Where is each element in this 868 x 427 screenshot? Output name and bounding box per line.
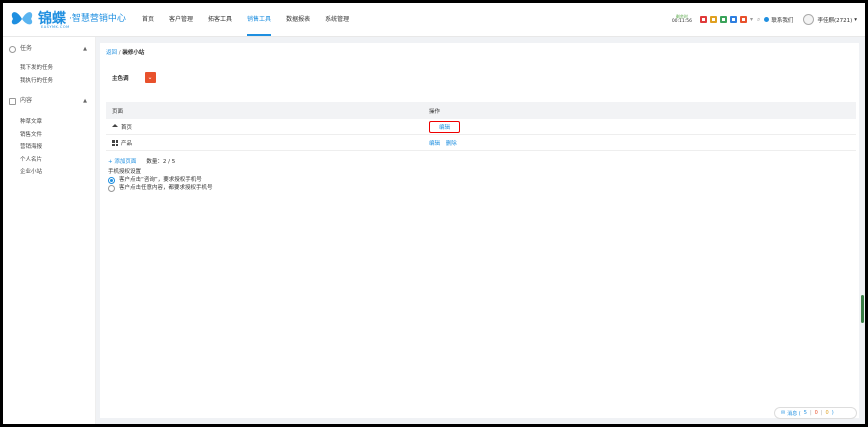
chevron-up-icon: ▲ (83, 46, 87, 52)
edit-button[interactable]: 编辑 (439, 125, 450, 131)
table-row: 首页 编辑 (106, 119, 856, 135)
top-header: 锦蝶 ·智慧营销中心 EASYMK.COM 首页 客户管理 拓客工具 销售工具 … (3, 3, 865, 37)
search-icon[interactable]: ⌕ (757, 16, 760, 24)
chevron-down-icon: ▾ (854, 16, 857, 23)
nav-sales-tools[interactable]: 销售工具 (247, 3, 272, 36)
messages-widget[interactable]: ✉ 消息 ( 5 | 0 | 0 ) (774, 407, 857, 419)
scrollbar-thumb[interactable] (861, 295, 864, 323)
theme-color-row: 主色调 ⌄ (112, 72, 156, 83)
sidebar-group-label: 内容 (20, 97, 33, 104)
home-icon (112, 123, 118, 127)
content-icon (9, 97, 16, 105)
contact-us[interactable]: 联系我们 (764, 16, 793, 24)
actions-cell: 编辑 删除 (423, 134, 856, 151)
logo-text: 锦蝶 (38, 11, 66, 27)
page-count: 数量：2 / 5 (146, 159, 176, 165)
page-name: 首页 (121, 124, 133, 131)
content-panel: 返回 / 装修小站 主色调 ⌄ 页面 操作 首页 编辑 产品 编辑 删除 + 添… (100, 43, 859, 418)
sidebar-item-sales-files[interactable]: 销售文件 (3, 129, 95, 142)
sidebar-item-microsite[interactable]: 企业小站 (3, 166, 95, 179)
nav-reports[interactable]: 数据报表 (286, 3, 310, 36)
user-name: 李佳麒(2721) (817, 17, 853, 24)
phone-auth-settings: 手机授权设置 客户点击“咨询”，要求授权手机号 客户点击任意内容，都要求授权手机… (108, 169, 213, 192)
clock-time: 00:11:56 (671, 19, 693, 24)
sidebar-item-posters[interactable]: 营销海报 (3, 141, 95, 154)
sidebar-item-my-tasks[interactable]: 我执行的任务 (3, 75, 95, 88)
main-nav: 首页 客户管理 拓客工具 销售工具 数据报表 系统管理 (142, 3, 364, 36)
theme-color-label: 主色调 (112, 75, 129, 82)
contact-label: 联系我们 (771, 17, 794, 24)
alert-icon[interactable] (700, 16, 708, 23)
logo-subtitle: ·智慧营销中心 (69, 14, 126, 24)
page-cell: 产品 (106, 134, 423, 151)
page-cell: 首页 (106, 119, 423, 135)
message-count-3: 0 (825, 410, 829, 416)
nav-home[interactable]: 首页 (142, 3, 154, 36)
auth-option-label: 客户点击任意内容，都要求授权手机号 (119, 185, 213, 191)
delete-button[interactable]: 删除 (446, 141, 457, 147)
sidebar-group-tasks[interactable]: 任务 ▲ (3, 39, 95, 59)
main-area: 返回 / 装修小站 主色调 ⌄ 页面 操作 首页 编辑 产品 编辑 删除 + 添… (96, 37, 865, 424)
grid-icon (112, 140, 118, 146)
sidebar-item-issued-tasks[interactable]: 我下发的任务 (3, 62, 95, 75)
auth-option-any[interactable]: 客户点击任意内容，都要求授权手机号 (108, 184, 213, 192)
table-header: 页面 操作 (106, 102, 856, 119)
edit-button[interactable]: 编辑 (429, 141, 440, 147)
sidebar: 任务 ▲ 我下发的任务 我执行的任务 内容 ▲ 种草文章 销售文件 营销海报 个… (3, 37, 96, 424)
sidebar-group-label: 任务 (20, 45, 33, 52)
message-count-1: 5 (803, 410, 807, 416)
actions-cell: 编辑 (423, 119, 856, 135)
chevron-down-icon[interactable]: ▾ (750, 16, 753, 23)
add-page-row: + 添加页面 数量：2 / 5 (108, 157, 175, 165)
theme-color-picker[interactable]: ⌄ (144, 72, 156, 83)
add-page-button[interactable]: + 添加页面 (108, 157, 136, 165)
header-actions: 剩余时 00:11:56 ▾ ⌕ 联系我们 李佳麒(2721) ▾ (672, 3, 857, 36)
settings-icon[interactable] (730, 16, 738, 23)
radio-selected[interactable] (108, 176, 115, 184)
column-header-page: 页面 (106, 102, 423, 119)
note-icon[interactable] (710, 16, 718, 23)
column-header-actions: 操作 (423, 102, 856, 119)
radio-unselected[interactable] (108, 184, 115, 192)
sidebar-group-content[interactable]: 内容 ▲ (3, 91, 95, 111)
breadcrumb: 返回 / 装修小站 (106, 48, 144, 56)
breadcrumb-current: 装修小站 (122, 50, 145, 56)
butterfly-logo-icon (11, 12, 33, 25)
chevron-up-icon: ▲ (83, 98, 87, 104)
logo-domain: EASYMK.COM (41, 25, 70, 29)
message-icon: ✉ (781, 410, 786, 416)
auth-option-label: 客户点击“咨询”，要求授权手机号 (119, 177, 202, 183)
messages-label: 消息 ( (787, 410, 801, 417)
message-count-2: 0 (814, 410, 818, 416)
table-row: 产品 编辑 删除 (106, 134, 856, 151)
page-name: 产品 (121, 140, 133, 147)
messages-close-paren: ) (831, 410, 834, 416)
divider: | (820, 410, 823, 416)
task-icon (9, 45, 16, 53)
logo[interactable]: 锦蝶 ·智慧营销中心 EASYMK.COM (9, 9, 126, 29)
divider: | (809, 410, 812, 416)
breadcrumb-separator: / (118, 50, 121, 56)
back-link[interactable]: 返回 (106, 50, 117, 56)
nav-prospecting[interactable]: 拓客工具 (208, 3, 232, 36)
avatar (803, 14, 815, 25)
sidebar-item-business-card[interactable]: 个人名片 (3, 154, 95, 167)
pages-table: 页面 操作 首页 编辑 产品 编辑 删除 (106, 102, 856, 151)
chevron-down-icon: ⌄ (147, 74, 153, 81)
mail-icon[interactable] (740, 16, 748, 23)
check-icon[interactable] (720, 16, 728, 23)
sidebar-item-articles[interactable]: 种草文章 (3, 116, 95, 129)
app-window: 锦蝶 ·智慧营销中心 EASYMK.COM 首页 客户管理 拓客工具 销售工具 … (3, 3, 865, 424)
phone-auth-title: 手机授权设置 (108, 169, 142, 175)
contact-icon (764, 17, 770, 22)
user-menu[interactable]: 李佳麒(2721) ▾ (803, 14, 857, 25)
nav-customers[interactable]: 客户管理 (169, 3, 193, 36)
nav-system[interactable]: 系统管理 (325, 3, 349, 36)
remaining-time: 剩余时 00:11:56 (672, 14, 692, 25)
edit-highlight: 编辑 (429, 120, 461, 133)
auth-option-consult[interactable]: 客户点击“咨询”，要求授权手机号 (108, 176, 213, 184)
